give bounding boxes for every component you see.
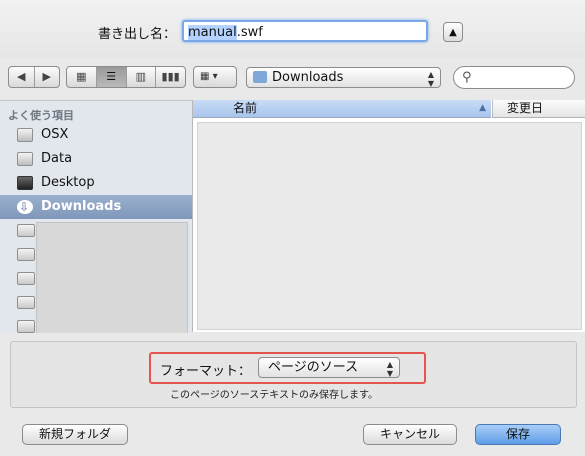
coverflow-view-button[interactable]: ▮▮▮ xyxy=(156,67,185,87)
expand-collapse-button[interactable]: ▲ xyxy=(443,22,463,42)
forward-button[interactable]: ▶ xyxy=(35,67,60,87)
view-mode-control: ▦ ☰ ▥ ▮▮▮ xyxy=(66,66,186,88)
sidebar-item-label: Downloads xyxy=(41,199,122,214)
location-popup[interactable]: Downloads ▲ ▼ xyxy=(246,67,441,88)
icon-view-icon: ▦ xyxy=(76,70,87,83)
search-icon: ⚲ xyxy=(462,70,472,85)
back-arrow-icon: ◀ xyxy=(17,70,26,83)
filename-input[interactable]: manual.swf xyxy=(182,20,428,42)
list-view-button[interactable]: ☰ xyxy=(96,67,127,87)
sidebar-item-label: Data xyxy=(41,151,73,166)
sidebar-item-label: Desktop xyxy=(41,175,95,190)
file-list-area[interactable] xyxy=(197,122,582,330)
format-popup[interactable]: ページのソース ▲ ▼ xyxy=(258,357,400,378)
icon-view-button[interactable]: ▦ xyxy=(67,67,97,87)
downloads-icon xyxy=(17,195,33,219)
cancel-button[interactable]: キャンセル xyxy=(363,424,457,445)
format-description: このページのソーステキストのみ保存します。 xyxy=(170,390,378,401)
sidebar-heading: よく使う項目 xyxy=(8,109,74,122)
popup-arrows-icon: ▲ ▼ xyxy=(427,70,434,88)
format-value: ページのソース xyxy=(268,360,359,375)
column-view-button[interactable]: ▥ xyxy=(127,67,157,87)
forward-arrow-icon: ▶ xyxy=(42,70,51,83)
save-button[interactable]: 保存 xyxy=(475,424,561,445)
folder-icon[interactable] xyxy=(17,224,35,237)
sidebar-item-downloads[interactable]: Downloads xyxy=(0,195,192,219)
date-column-header[interactable]: 変更日 xyxy=(492,100,585,118)
coverflow-view-icon: ▮▮▮ xyxy=(161,70,180,83)
folder-icon[interactable] xyxy=(17,248,35,261)
folder-icon[interactable] xyxy=(17,296,35,309)
date-column-label: 変更日 xyxy=(507,101,544,115)
sidebar-item-osx[interactable]: OSX xyxy=(0,123,192,147)
column-view-icon: ▥ xyxy=(135,70,147,83)
popup-arrows-icon: ▲ ▼ xyxy=(386,360,393,378)
collapse-icon: ▲ xyxy=(449,27,457,38)
folder-icon[interactable] xyxy=(17,320,35,333)
filename-extension: .swf xyxy=(236,25,263,40)
list-view-icon: ☰ xyxy=(106,70,117,83)
sidebar-item-label: OSX xyxy=(41,127,69,142)
name-column-label: 名前 xyxy=(233,101,258,115)
desktop-icon xyxy=(17,176,33,190)
sort-ascending-icon: ▲ xyxy=(479,103,486,113)
save-as-label: 書き出し名： xyxy=(98,27,177,42)
back-forward-control: ◀ ▶ xyxy=(8,66,60,88)
name-column-header[interactable]: 名前 ▲ xyxy=(193,100,491,118)
arrange-menu-button[interactable]: ▦ ▾ xyxy=(193,66,237,88)
folder-icon[interactable] xyxy=(17,272,35,285)
filename-selected-text: manual xyxy=(188,25,237,40)
file-list: 名前 ▲ 変更日 xyxy=(192,100,585,332)
sidebar-item-data[interactable]: Data xyxy=(0,147,192,171)
folder-icon xyxy=(253,71,267,83)
sidebar-item-desktop[interactable]: Desktop xyxy=(0,171,192,195)
search-input[interactable]: ⚲ xyxy=(453,66,575,89)
obscured-area xyxy=(36,222,188,333)
arrange-icon: ▦ ▾ xyxy=(200,71,218,82)
back-button[interactable]: ◀ xyxy=(9,67,35,87)
sidebar: よく使う項目 OSX Data Desktop Downloads xyxy=(0,100,192,333)
format-label: フォーマット： xyxy=(160,364,252,379)
location-value: Downloads xyxy=(272,70,344,85)
hard-disk-icon xyxy=(17,128,33,142)
hard-disk-icon xyxy=(17,152,33,166)
new-folder-button[interactable]: 新規フォルダ xyxy=(22,424,128,445)
